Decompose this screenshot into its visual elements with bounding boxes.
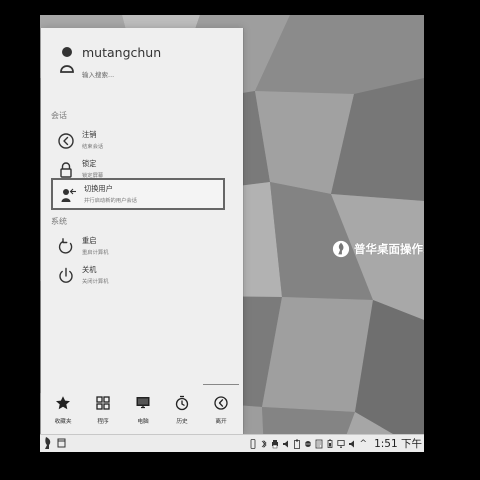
system-section-title: 系统 [51,217,67,226]
user-profile-row: mutangchun [41,45,243,85]
apps-grid-icon [96,396,110,410]
desktop-brand-text: 普华桌面操作系统 [354,242,424,256]
computer-label: 电脑 [137,419,149,425]
restart-subtitle: 重启计算机 [82,250,109,256]
lock-icon [60,162,72,178]
puhua-logo-icon [332,240,350,258]
programs-label: 程序 [97,419,109,425]
favorites-label: 收藏夹 [54,419,72,425]
system-tray: ^ 1:51 下午 [249,436,422,451]
phone-icon[interactable] [249,438,257,449]
computer-icon [136,397,150,409]
power-subtitle: 关闭计算机 [82,279,109,285]
network-icon[interactable] [304,439,312,449]
switch-user-icon [61,188,76,202]
power-menu-item[interactable]: 关机 关闭计算机 [51,261,225,293]
desktop-screen: 普华桌面操作系统 mutangchun 会话 注销 结束会话 锁定 [40,15,424,452]
switch-user-subtitle: 并行启动新的用户会话 [84,198,137,204]
restart-menu-item[interactable]: 重启 重启计算机 [51,232,225,264]
leave-icon [214,396,228,410]
computer-tab[interactable]: 电脑 [124,395,162,430]
search-input[interactable] [82,69,217,81]
volume-small-icon[interactable] [348,439,356,449]
clipboard-icon[interactable] [293,439,301,449]
volume-icon[interactable] [282,439,290,449]
history-label: 历史 [176,419,188,425]
power-title: 关机 [82,265,97,274]
battery-icon[interactable] [326,439,334,449]
leave-label: 离开 [215,419,227,425]
start-menu-icon[interactable] [43,436,54,450]
logout-menu-item[interactable]: 注销 结束会话 [51,126,225,158]
logout-title: 注销 [82,130,97,139]
launcher-bottom-navigation: 收藏夹 程序 电脑 历史 离开 [41,383,243,431]
switch-user-menu-item[interactable]: 切换用户 并行启动新的用户会话 [51,178,225,210]
leave-tab[interactable]: 离开 [202,395,240,430]
session-section-title: 会话 [51,111,67,120]
application-launcher: mutangchun 会话 注销 结束会话 锁定 锁定屏幕 [41,28,243,434]
programs-tab[interactable]: 程序 [84,395,122,430]
taskbar-left-area [43,436,66,450]
screen-icon[interactable] [336,439,345,449]
printer-icon[interactable] [271,439,279,449]
bluetooth-icon[interactable] [260,439,268,449]
document-icon[interactable] [315,439,323,449]
star-icon [56,396,70,410]
history-icon [175,395,189,411]
logout-subtitle: 结束会话 [82,144,104,150]
window-icon[interactable] [57,437,66,449]
taskbar-clock[interactable]: 1:51 下午 [374,436,422,451]
user-icon [60,47,74,73]
username: mutangchun [82,45,162,60]
taskbar: ^ 1:51 下午 [40,434,424,452]
favorites-tab[interactable]: 收藏夹 [44,395,82,430]
restart-icon [58,238,73,254]
desktop-brand-logo: 普华桌面操作系统 [332,240,424,258]
history-tab[interactable]: 历史 [163,395,201,430]
power-icon [59,267,73,283]
switch-user-title: 切换用户 [84,184,113,193]
logout-icon [58,133,74,149]
tray-expand-caret[interactable]: ^ [360,439,368,449]
restart-title: 重启 [82,236,97,245]
lock-title: 锁定 [82,159,97,168]
